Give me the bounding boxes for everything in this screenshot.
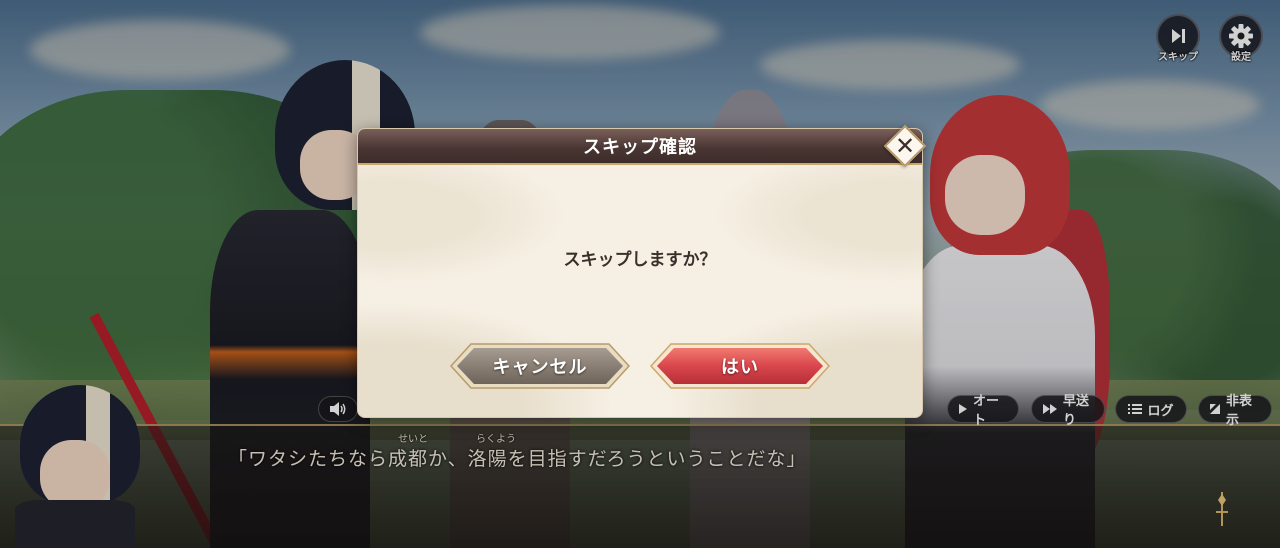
confirm-label: はい [721, 357, 759, 378]
close-icon: ✕ [894, 132, 916, 160]
confirm-button[interactable]: はい [649, 341, 831, 391]
dialog-ornament [358, 165, 922, 417]
dialog-close-button[interactable]: ✕ [883, 124, 927, 168]
cancel-button[interactable]: キャンセル [449, 341, 631, 391]
dialog-message: スキップしますか？ [563, 250, 717, 270]
skip-confirm-dialog: スキップ確認 スキップしますか？ [357, 128, 923, 418]
dialog-header: スキップ確認 [358, 129, 922, 165]
cancel-label: キャンセル [492, 357, 588, 378]
dialog-title: スキップ確認 [583, 137, 697, 158]
